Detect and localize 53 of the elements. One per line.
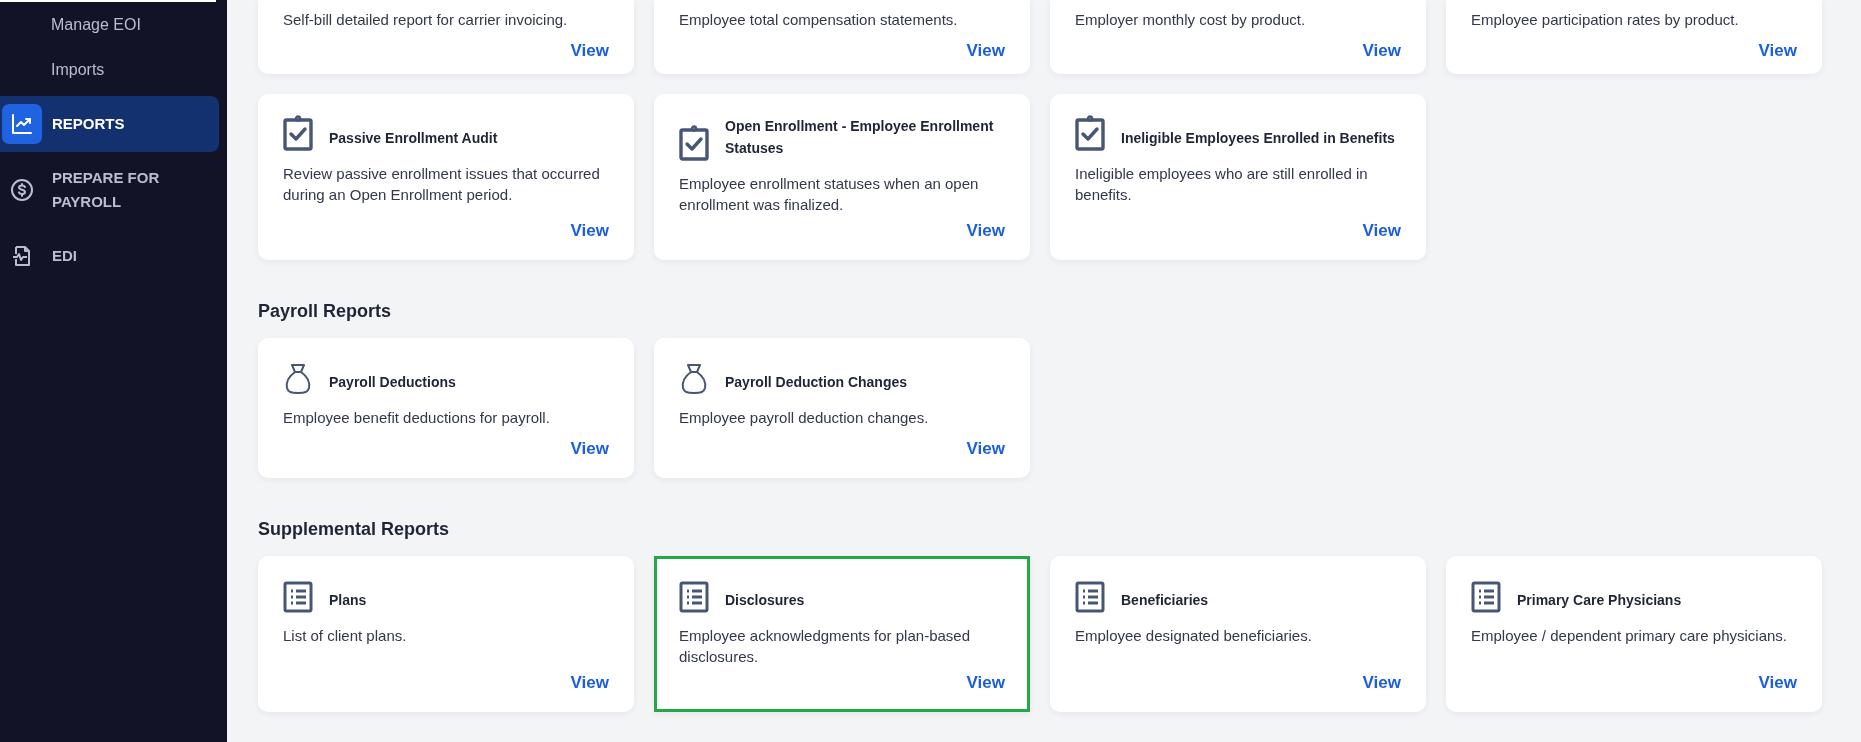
list-icon [283, 581, 313, 613]
card-title: Disclosures [725, 591, 805, 610]
view-link[interactable]: View [570, 673, 609, 693]
card-description: Employee designated beneficiaries. [1075, 626, 1313, 646]
card-description: Ineligible employees who are still enrolled in benefits. [1075, 164, 1369, 205]
view-link[interactable]: View [1362, 41, 1401, 61]
card-title: Plans [329, 591, 367, 610]
view-link[interactable]: View [570, 439, 609, 459]
card-title: Open Enrollment - Employee Enrollment Statuses [725, 117, 995, 158]
card-description: Employee acknowledgments for plan-based disclosures. [679, 626, 971, 667]
view-link[interactable]: View [1758, 41, 1797, 61]
card-description: Review passive enrollment issues that occurred during an Open Enrollment period. [283, 164, 601, 205]
card-description: Employee enrollment statuses when an open enrollment was finalized. [679, 174, 980, 215]
list-icon [679, 581, 709, 613]
view-link[interactable]: View [1362, 221, 1401, 241]
card-title: Payroll Deduction Changes [725, 373, 908, 392]
sidebar-item[interactable]: PREPARE FOR PAYROLL [0, 160, 219, 220]
view-link[interactable]: View [966, 41, 1005, 61]
card-title: Payroll Deductions [329, 373, 456, 392]
card-description: Self-bill detailed report for carrier invoicing. [283, 10, 569, 30]
card-title: Passive Enrollment Audit [329, 129, 498, 148]
sidebar-subitem[interactable]: Imports [0, 47, 227, 92]
clipboard-check-icon [679, 125, 709, 161]
money-bag-icon [679, 363, 709, 395]
chart-icon [10, 112, 34, 136]
card-description: Employee participation rates by product. [1471, 10, 1740, 30]
clipboard-check-icon [283, 115, 313, 151]
list-icon [1471, 581, 1501, 613]
view-link[interactable]: View [1758, 673, 1797, 693]
view-link[interactable]: View [570, 221, 609, 241]
card-title: Beneficiaries [1121, 591, 1209, 610]
view-link[interactable]: View [966, 439, 1005, 459]
card-description: Employee total compensation statements. [679, 10, 959, 30]
money-bag-icon [283, 363, 313, 395]
section-heading: Payroll Reports [258, 300, 393, 322]
card-description: Employer monthly cost by product. [1075, 10, 1307, 30]
list-icon [1075, 581, 1105, 613]
card-description: Employee benefit deductions for payroll. [283, 408, 551, 428]
sidebar-item[interactable]: EDI [0, 228, 219, 284]
view-link[interactable]: View [1362, 673, 1401, 693]
dollar-icon [10, 178, 34, 202]
card-description: Employee payroll deduction changes. [679, 408, 930, 428]
sidebar-item[interactable]: REPORTS [0, 96, 219, 152]
sidebar-subitem[interactable]: Manage EOI [0, 2, 227, 47]
card-title: Ineligible Employees Enrolled in Benefits [1121, 129, 1395, 148]
view-link[interactable]: View [966, 221, 1005, 241]
view-link[interactable]: View [966, 673, 1005, 693]
view-link[interactable]: View [570, 41, 609, 61]
card-title: Primary Care Physicians [1517, 591, 1682, 610]
card-description: Employee / dependent primary care physicians. [1471, 626, 1788, 646]
card-description: List of client plans. [283, 626, 408, 646]
clipboard-check-icon [1075, 115, 1105, 151]
section-heading: Supplemental Reports [258, 518, 451, 540]
